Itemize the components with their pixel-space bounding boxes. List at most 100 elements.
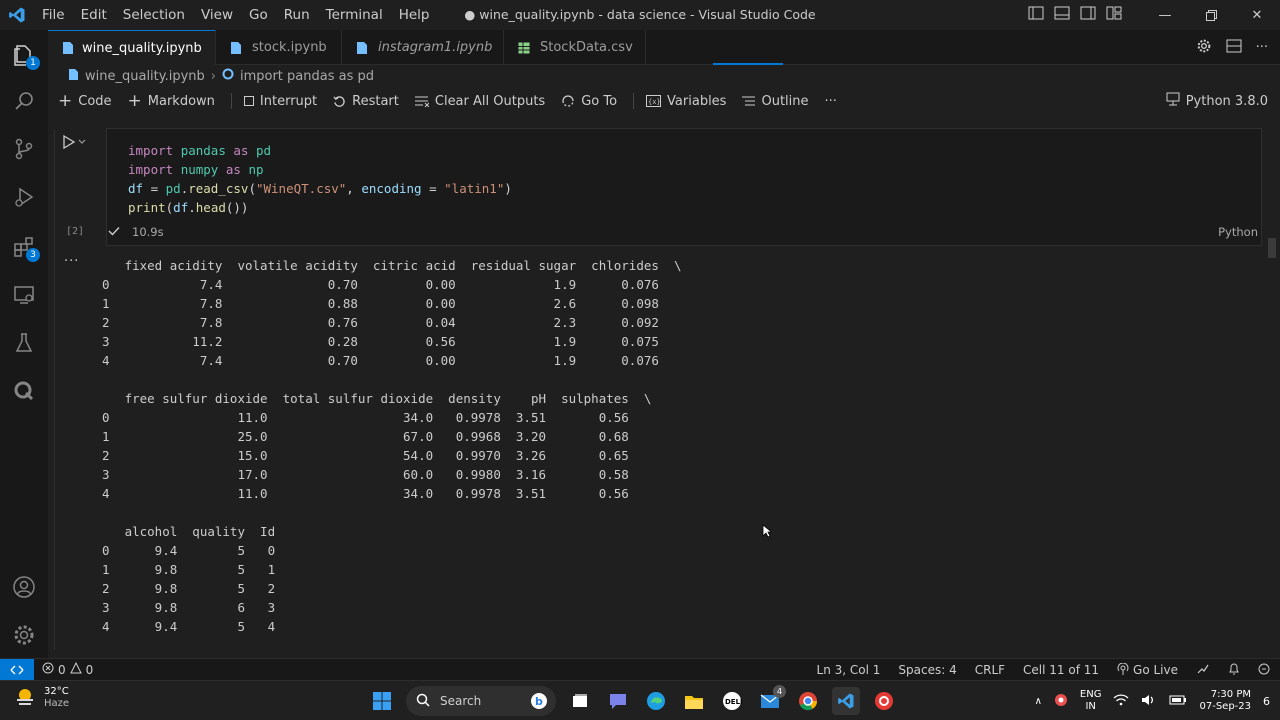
- minimize-icon[interactable]: —: [1142, 0, 1188, 30]
- stop-square-icon: [243, 96, 254, 106]
- scrollbar-thumb[interactable]: [1268, 238, 1276, 258]
- manage-gear-icon[interactable]: [0, 612, 48, 658]
- feedback-icon[interactable]: [1196, 663, 1210, 678]
- customize-layout-icon[interactable]: [1106, 6, 1122, 24]
- tab-stock[interactable]: stock.ipynb: [216, 30, 342, 65]
- go-live-button[interactable]: Go Live: [1117, 662, 1178, 678]
- tab-instagram1[interactable]: instagram1.ipynb: [342, 30, 504, 65]
- output-more-icon[interactable]: ···: [64, 254, 79, 269]
- variables-button[interactable]: {x} Variables: [646, 94, 726, 109]
- close-icon[interactable]: ✕: [1234, 0, 1280, 30]
- extension-q-icon[interactable]: [0, 368, 48, 414]
- warning-icon: [69, 661, 82, 677]
- success-check-icon: [108, 225, 120, 239]
- toggle-primary-sidebar-icon[interactable]: [1028, 6, 1044, 24]
- task-view-icon[interactable]: [566, 687, 594, 715]
- notifications-bell-icon[interactable]: [1228, 662, 1240, 678]
- run-cell-icon[interactable]: [62, 134, 86, 150]
- split-editor-icon[interactable]: [1226, 39, 1242, 57]
- vscode-logo-icon[interactable]: [0, 0, 34, 30]
- status-bar: 0 0 Ln 3, Col 1 Spaces: 4 CRLF Cell 11 o…: [0, 658, 1280, 681]
- dell-app-icon[interactable]: DELL: [718, 687, 746, 715]
- temperature: 32°C: [44, 686, 69, 697]
- chrome-browser-icon[interactable]: [794, 687, 822, 715]
- more-toolbar-button[interactable]: ···: [825, 94, 837, 109]
- breadcrumb-symbol[interactable]: import pandas as pd: [240, 69, 374, 84]
- clear-all-icon: [414, 95, 429, 107]
- volume-icon[interactable]: [1141, 694, 1157, 709]
- toolbar-divider: [633, 93, 635, 109]
- add-markdown-cell-button[interactable]: + Markdown: [128, 91, 215, 111]
- menu-help[interactable]: Help: [391, 0, 438, 30]
- svg-text:{x}: {x}: [648, 98, 661, 106]
- show-hidden-icons-chevron-up-icon[interactable]: ∧: [1035, 696, 1042, 707]
- kernel-picker[interactable]: Python 3.8.0: [1166, 88, 1268, 114]
- weather-widget[interactable]: 32°C Haze: [14, 685, 69, 711]
- teams-chat-icon[interactable]: [604, 687, 632, 715]
- color-app-icon[interactable]: [1054, 693, 1068, 710]
- tab-label: instagram1.ipynb: [378, 40, 493, 55]
- plus-icon: +: [127, 91, 142, 111]
- menu-edit[interactable]: Edit: [73, 0, 115, 30]
- tab-label: StockData.csv: [540, 40, 633, 55]
- outline-button[interactable]: Outline: [742, 94, 809, 109]
- copilot-icon[interactable]: [1258, 663, 1270, 678]
- testing-icon[interactable]: [0, 320, 48, 366]
- accounts-icon[interactable]: [0, 564, 48, 610]
- battery-icon[interactable]: [1169, 694, 1187, 709]
- notification-count[interactable]: 6: [1263, 695, 1270, 708]
- interrupt-button[interactable]: Interrupt: [243, 94, 317, 109]
- tab-wine-quality[interactable]: wine_quality.ipynb: [48, 30, 216, 65]
- wifi-icon[interactable]: [1113, 693, 1129, 709]
- menu-run[interactable]: Run: [276, 0, 318, 30]
- run-debug-icon[interactable]: [0, 174, 48, 220]
- windows-start-icon[interactable]: [368, 687, 396, 715]
- restart-button[interactable]: Restart: [333, 94, 399, 109]
- add-code-cell-button[interactable]: + Code: [58, 91, 112, 111]
- go-to-button[interactable]: Go To: [561, 94, 617, 109]
- vscode-taskbar-icon[interactable]: [832, 687, 860, 715]
- notebook-file-icon: [68, 68, 79, 85]
- csv-file-icon: [518, 41, 532, 55]
- file-explorer-icon[interactable]: [680, 687, 708, 715]
- menu-selection[interactable]: Selection: [115, 0, 193, 30]
- settings-gear-icon[interactable]: [1196, 38, 1212, 58]
- code-cell-editor[interactable]: import pandas as pd import numpy as np d…: [106, 128, 1262, 246]
- clear-all-outputs-button[interactable]: Clear All Outputs: [414, 94, 545, 109]
- extensions-badge: 3: [26, 248, 40, 262]
- cell-language[interactable]: Python: [1218, 225, 1258, 239]
- menu-file[interactable]: File: [34, 0, 73, 30]
- clock[interactable]: 7:30 PM 07-Sep-23: [1199, 689, 1251, 713]
- menu-terminal[interactable]: Terminal: [318, 0, 391, 30]
- input-language[interactable]: ENG IN: [1080, 689, 1102, 713]
- menu-go[interactable]: Go: [241, 0, 276, 30]
- problems-indicator[interactable]: 0 0: [42, 661, 94, 677]
- window-controls: — ✕: [1142, 0, 1280, 30]
- broadcast-icon: [1117, 662, 1129, 678]
- extensions-icon[interactable]: 3: [0, 224, 48, 270]
- cursor-position[interactable]: Ln 3, Col 1: [817, 663, 881, 677]
- indentation[interactable]: Spaces: 4: [898, 663, 956, 677]
- execution-count: [2]: [66, 226, 85, 237]
- search-icon[interactable]: [0, 78, 48, 124]
- more-actions-icon[interactable]: ···: [1256, 40, 1268, 55]
- explorer-icon[interactable]: 1: [0, 32, 48, 78]
- tab-label: stock.ipynb: [252, 40, 327, 55]
- edge-browser-icon[interactable]: [642, 687, 670, 715]
- mail-app-icon[interactable]: 4: [756, 685, 786, 715]
- taskbar-search[interactable]: Search b: [406, 686, 556, 716]
- breadcrumb-file[interactable]: wine_quality.ipynb: [85, 69, 205, 84]
- menu-view[interactable]: View: [193, 0, 241, 30]
- tab-stockdata-csv[interactable]: StockData.csv: [504, 30, 646, 65]
- source-control-icon[interactable]: [0, 126, 48, 172]
- toggle-secondary-sidebar-icon[interactable]: [1080, 6, 1096, 24]
- restore-icon[interactable]: [1188, 0, 1234, 30]
- end-of-line[interactable]: CRLF: [975, 663, 1005, 677]
- screen-recorder-icon[interactable]: [870, 687, 898, 715]
- warning-count: 0: [85, 662, 94, 677]
- toggle-panel-icon[interactable]: [1054, 6, 1070, 24]
- remote-explorer-icon[interactable]: [0, 272, 48, 318]
- search-label: Search: [440, 694, 482, 708]
- cell-position[interactable]: Cell 11 of 11: [1023, 663, 1099, 677]
- remote-indicator-icon[interactable]: [0, 658, 34, 681]
